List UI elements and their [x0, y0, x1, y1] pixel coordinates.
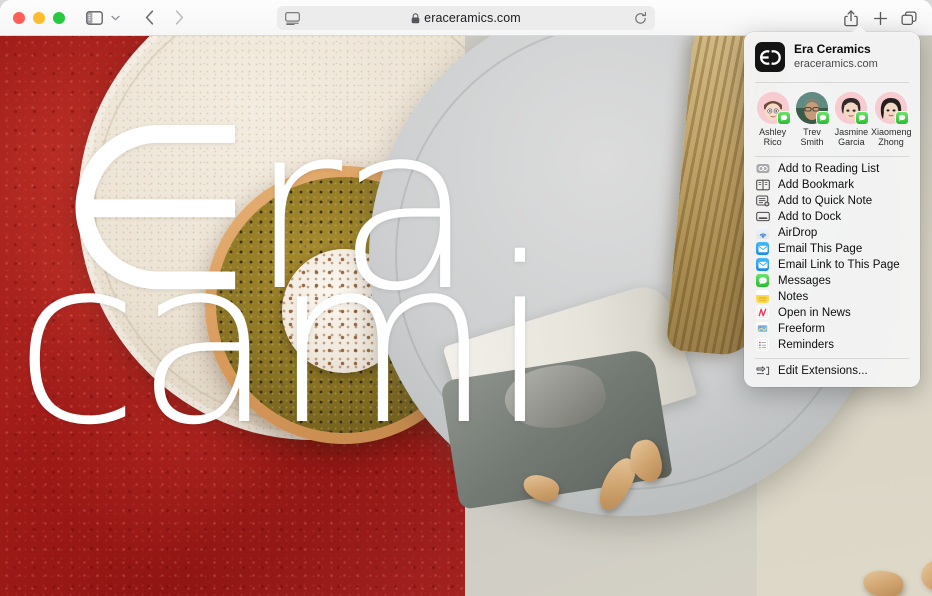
menu-item-notes[interactable]: Notes — [744, 289, 920, 305]
chevron-down-icon — [110, 15, 120, 20]
popover-divider — [755, 357, 909, 359]
menu-item-airdrop[interactable]: AirDrop — [744, 225, 920, 241]
menu-item-label: Add Bookmark — [778, 178, 855, 191]
share-icon — [844, 9, 858, 26]
freeform-icon — [755, 321, 770, 336]
contact-name: Jasmine Garcia — [834, 127, 869, 148]
contact-ashley-rico[interactable]: Ashley Rico — [753, 92, 792, 148]
minimize-window-button[interactable] — [33, 11, 45, 24]
menu-item-label: Edit Extensions... — [778, 364, 868, 377]
forward-button[interactable] — [166, 5, 192, 31]
menu-item-label: Add to Reading List — [778, 162, 880, 175]
menu-item-email-link-to-this-page[interactable]: Email Link to This Page — [744, 257, 920, 273]
chevron-right-icon — [175, 10, 183, 25]
messages-badge-icon — [776, 111, 791, 125]
menu-item-email-this-page[interactable]: Email This Page — [744, 241, 920, 257]
add-to-dock-icon — [755, 209, 770, 224]
contact-name: Trev Smith — [800, 127, 824, 148]
extensions-icon — [755, 363, 770, 378]
share-menu-list: Add to Reading List Add Bookmark Add to … — [744, 158, 920, 353]
popover-divider — [755, 82, 909, 83]
reading-list-icon — [755, 161, 770, 176]
popover-site-name: Era Ceramics — [794, 42, 871, 56]
address-bar[interactable]: eraceramics.com — [277, 6, 655, 30]
popover-site-header: Era Ceramics eraceramics.com — [744, 32, 920, 81]
mail-icon — [755, 241, 770, 256]
contact-xiaomeng-zhong[interactable]: Xiaomeng Zhong — [870, 92, 912, 148]
new-tab-button[interactable] — [867, 5, 893, 31]
share-popover: Era Ceramics eraceramics.com Ashley Rico… — [744, 25, 920, 387]
lock-icon — [411, 12, 420, 24]
menu-item-add-bookmark[interactable]: Add Bookmark — [744, 177, 920, 193]
tab-overview-icon — [901, 10, 917, 25]
chevron-left-icon — [145, 10, 153, 25]
traffic-lights — [13, 11, 65, 24]
suggested-contacts: Ashley Rico Trev Smith Jasmine Garcia Xi… — [744, 84, 920, 155]
contact-name: Ashley Rico — [759, 127, 787, 148]
notes-icon — [755, 289, 770, 304]
messages-badge-icon — [855, 111, 870, 125]
mail-icon — [755, 257, 770, 272]
menu-item-label: Notes — [778, 290, 809, 303]
contact-jasmine-garcia[interactable]: Jasmine Garcia — [832, 92, 871, 148]
address-bar-url: eraceramics.com — [424, 11, 521, 25]
sidebar-icon — [85, 10, 103, 25]
popover-site-url: eraceramics.com — [794, 57, 878, 70]
safari-window: eraceramics.com ∈ra cami Era Ceramics er… — [0, 0, 932, 596]
menu-item-label: Reminders — [778, 338, 835, 351]
close-window-button[interactable] — [13, 11, 25, 24]
menu-item-freeform[interactable]: Freeform — [744, 321, 920, 337]
menu-item-label: Freeform — [778, 322, 826, 335]
menu-item-label: AirDrop — [778, 226, 818, 239]
era-ceramics-logo-icon — [755, 42, 785, 72]
news-icon — [755, 305, 770, 320]
plus-icon — [873, 11, 887, 25]
menu-item-add-to-reading-list[interactable]: Add to Reading List — [744, 161, 920, 177]
back-button[interactable] — [136, 5, 162, 31]
messages-badge-icon — [894, 111, 909, 125]
messages-badge-icon — [815, 111, 830, 125]
menu-item-label: Email This Page — [778, 242, 863, 255]
zoom-window-button[interactable] — [53, 11, 65, 24]
messages-icon — [755, 273, 770, 288]
menu-item-label: Add to Dock — [778, 210, 842, 223]
contact-trev-smith[interactable]: Trev Smith — [792, 92, 831, 148]
sidebar-toggle-button[interactable] — [81, 5, 107, 31]
menu-item-add-to-quick-note[interactable]: Add to Quick Note — [744, 193, 920, 209]
airdrop-icon — [755, 225, 770, 240]
quick-note-icon — [755, 193, 770, 208]
toolbar-right-actions — [838, 5, 922, 31]
contact-name: Xiaomeng Zhong — [870, 127, 912, 148]
menu-item-label: Email Link to This Page — [778, 258, 900, 271]
menu-item-messages[interactable]: Messages — [744, 273, 920, 289]
menu-item-reminders[interactable]: Reminders — [744, 337, 920, 353]
menu-item-add-to-dock[interactable]: Add to Dock — [744, 209, 920, 225]
menu-item-edit-extensions[interactable]: Edit Extensions... — [744, 363, 920, 379]
reload-button[interactable] — [625, 11, 655, 25]
menu-item-label: Open in News — [778, 306, 851, 319]
reload-icon — [634, 11, 646, 24]
tab-overview-button[interactable] — [896, 5, 922, 31]
bookmark-icon — [755, 177, 770, 192]
menu-item-label: Messages — [778, 274, 831, 287]
reminders-icon — [755, 337, 770, 352]
browser-toolbar: eraceramics.com — [0, 0, 932, 36]
menu-item-open-in-news[interactable]: Open in News — [744, 305, 920, 321]
popover-divider — [755, 155, 909, 157]
reader-icon — [284, 11, 300, 25]
address-bar-text-container[interactable]: eraceramics.com — [307, 11, 625, 25]
tab-group-chevron-button[interactable] — [106, 5, 124, 31]
reader-mode-button[interactable] — [277, 11, 307, 25]
menu-item-label: Add to Quick Note — [778, 194, 873, 207]
